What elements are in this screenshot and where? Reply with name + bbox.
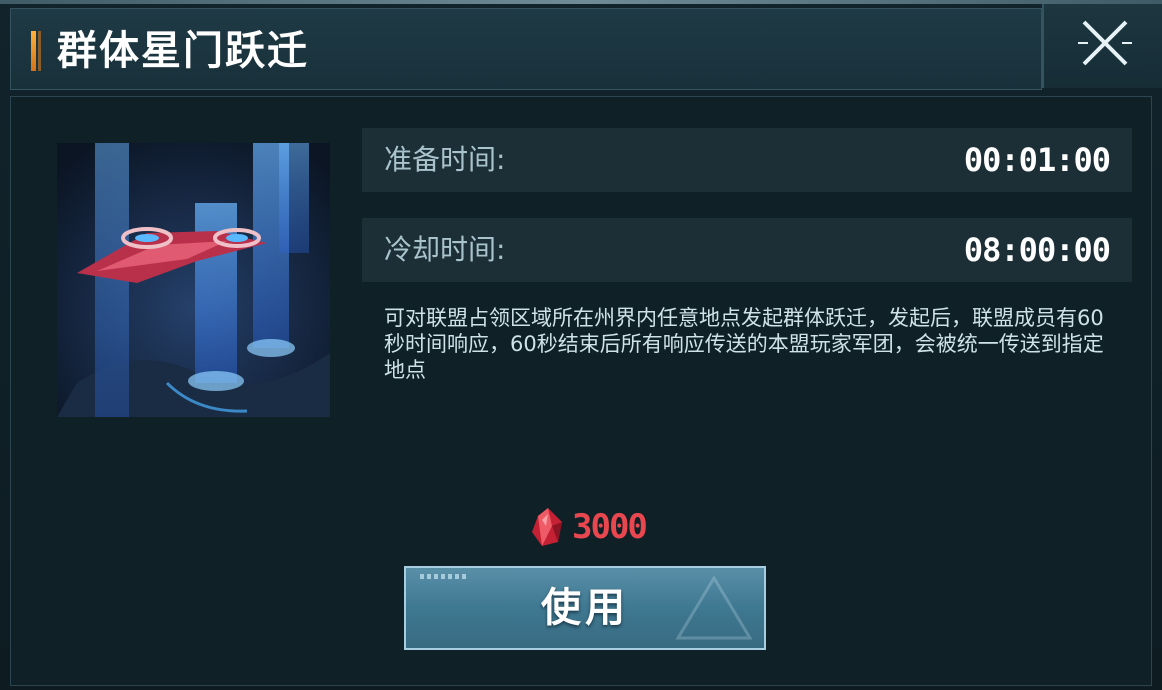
cost-display: 3000 [528,502,668,552]
stargate-ship-image [57,143,330,417]
prepare-time-value: 00:01:00 [963,141,1111,179]
cost-value: 3000 [572,507,648,547]
title-accent-bar-secondary [38,31,41,71]
close-button[interactable] [1042,4,1162,88]
cooldown-time-row: 冷却时间: 08:00:00 [362,218,1132,282]
red-crystal-icon [532,508,562,546]
skill-artwork [57,143,330,417]
dialog-title: 群体星门跃迁 [57,27,309,74]
skill-description: 可对联盟占领区域所在州界内任意地点发起群体跃迁，发起后，联盟成员有60秒时间响应… [384,306,1104,382]
prepare-time-label: 准备时间: [384,143,506,176]
cooldown-time-label: 冷却时间: [384,233,506,266]
title-accent-bar [31,31,36,71]
close-icon [1078,20,1132,66]
use-button-label: 使用 [541,584,629,631]
cooldown-time-value: 08:00:00 [963,231,1111,269]
use-button[interactable]: 使用 [404,566,766,650]
dialog-header: 群体星门跃迁 [10,8,1042,90]
prepare-time-row: 准备时间: 00:01:00 [362,128,1132,192]
